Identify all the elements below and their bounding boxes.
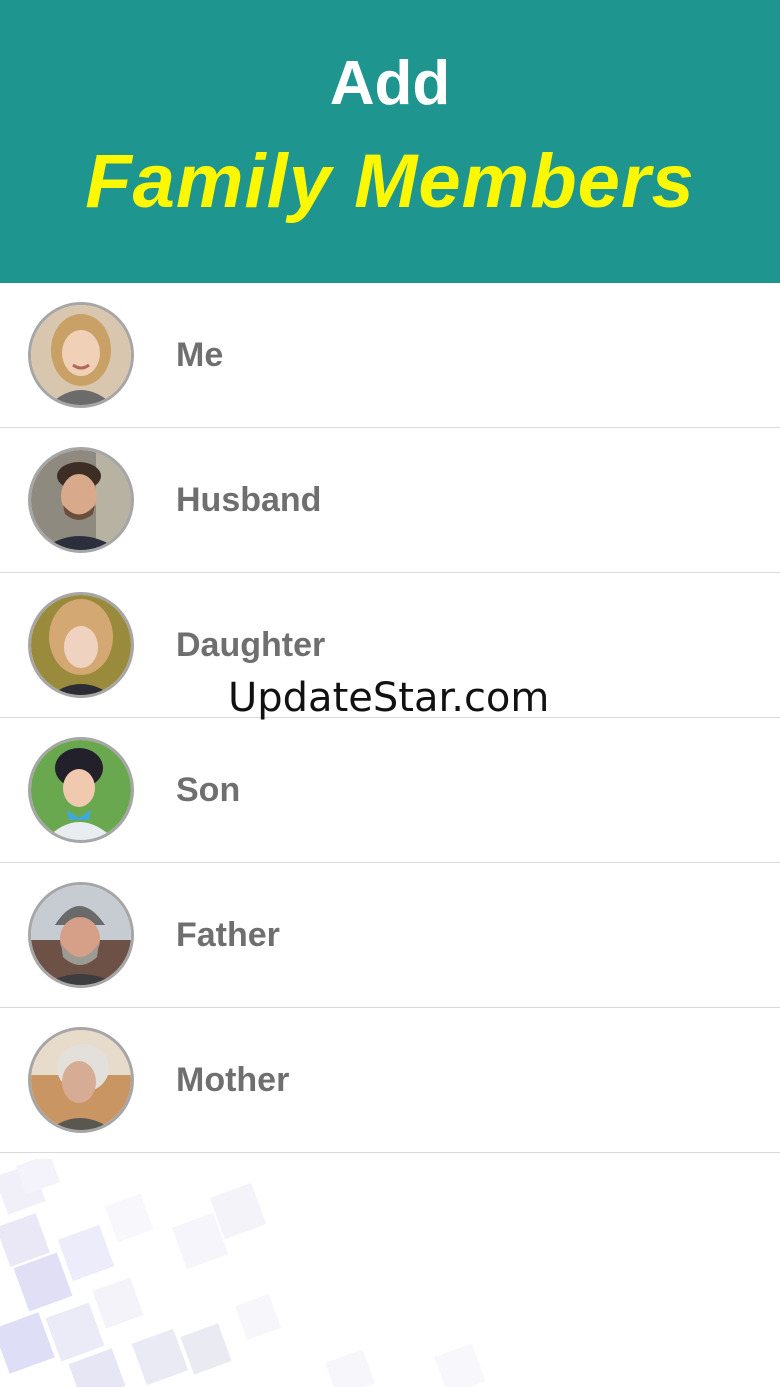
- member-row-husband[interactable]: Husband: [0, 428, 780, 573]
- member-label-me: Me: [176, 336, 224, 374]
- header-banner: Add Family Members: [0, 0, 780, 283]
- girl-photo-avatar: [28, 592, 134, 698]
- member-label-husband: Husband: [176, 481, 322, 519]
- member-row-me[interactable]: Me: [0, 283, 780, 428]
- older-woman-photo-avatar: [28, 1027, 134, 1133]
- member-label-son: Son: [176, 771, 241, 809]
- woman-photo-avatar: [28, 302, 134, 408]
- member-label-mother: Mother: [176, 1061, 290, 1099]
- member-label-father: Father: [176, 916, 280, 954]
- older-man-photo-avatar: [28, 882, 134, 988]
- header-title-family-members: Family Members: [85, 139, 695, 224]
- member-row-son[interactable]: Son: [0, 718, 780, 863]
- member-label-daughter: Daughter: [176, 626, 326, 664]
- member-row-mother[interactable]: Mother: [0, 1008, 780, 1153]
- member-row-father[interactable]: Father: [0, 863, 780, 1008]
- updatestar-watermark: UpdateStar.com: [228, 675, 550, 721]
- man-photo-avatar: [28, 447, 134, 553]
- decorative-tile-pattern: [0, 1159, 486, 1387]
- header-title-add: Add: [329, 49, 451, 118]
- boy-photo-avatar: [28, 737, 134, 843]
